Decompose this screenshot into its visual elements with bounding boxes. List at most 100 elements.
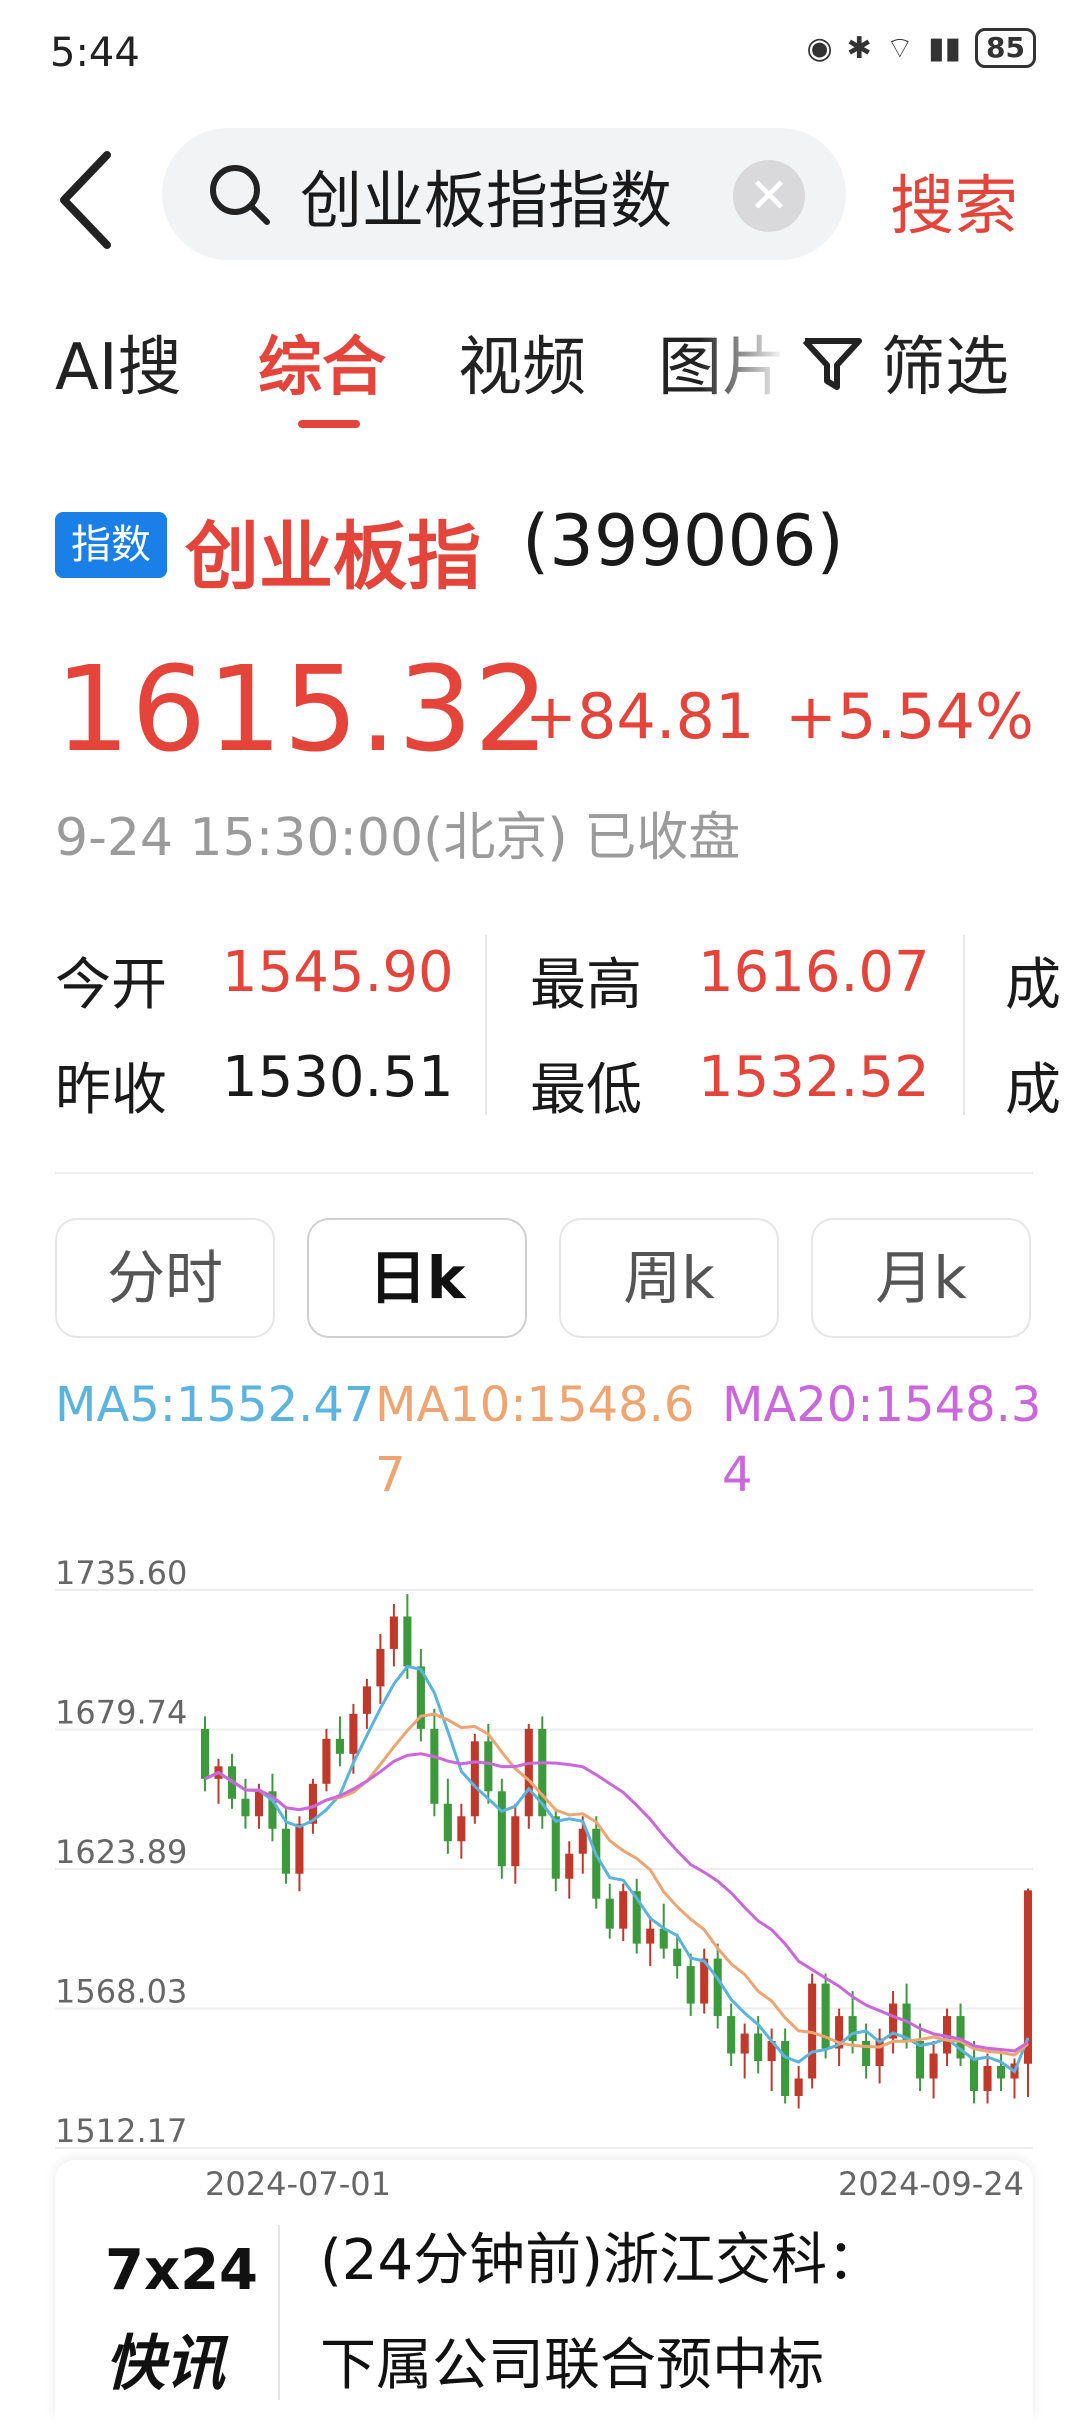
battery-icon: 85 [975,28,1036,68]
status-time: 5:44 [50,30,140,76]
candle-body [430,1728,439,1804]
candle-body [565,1853,574,1879]
section-divider [55,1172,1033,1174]
candle-body [200,1728,210,1779]
news-headline-line2[interactable]: 下属公司联合预中标 [320,2320,824,2401]
candle-body [713,1958,722,2017]
candle-body [281,1828,290,1874]
candle-body [524,1728,533,1817]
y-axis-tick-label: 1735.60 [55,1554,187,1592]
prev-close-label: 昨收 [55,1058,167,1123]
search-button[interactable]: 搜索 [890,155,1018,247]
period-tab-intraday[interactable]: 分时 [55,1218,275,1338]
candle-body [673,1948,682,1967]
search-query[interactable]: 创业板指指数 [300,150,672,240]
status-icons: ◉ ✱ ⌔ ▮▮ 85 [806,28,1036,68]
tab-comprehensive[interactable]: 综合 [258,316,386,408]
news-logo-7x24: 7x24 [105,2238,259,2303]
search-icon [210,165,270,225]
y-axis-tick-label: 1679.74 [55,1694,187,1732]
low-label: 最低 [530,1058,642,1123]
candle-body [362,1686,371,1714]
signal-icon: ▮▮ [928,30,962,66]
eye-icon: ◉ [806,30,833,66]
candle-body [605,1898,614,1929]
volume-label: 成 [1005,953,1061,1018]
tab-ai-search[interactable]: AI搜 [55,316,182,408]
candle-body [322,1738,331,1784]
amount-label: 成 [1005,1058,1061,1123]
candle-body [254,1791,264,1817]
candle-body [794,2078,803,2096]
candle-body [511,1816,520,1867]
candle-body [335,1738,344,1754]
ma20-value: MA20:1548.34 [722,1377,1042,1503]
candle-body [376,1648,385,1687]
candle-body [578,1828,587,1854]
open-value: 1545.90 [222,940,454,1005]
candle-body [727,2016,736,2054]
candle-body [241,1798,250,1817]
candle-body [295,1823,304,1874]
filter-icon [802,338,862,390]
candle-body [969,2058,979,2091]
candle-body [389,1616,398,1649]
back-icon[interactable] [52,145,122,255]
ma5-value: MA5:1552.47 [55,1377,375,1433]
tab-video[interactable]: 视频 [458,316,586,408]
candle-body [592,1828,601,1899]
high-label: 最高 [530,953,642,1018]
candle-body [781,2041,790,2096]
tab-fade [700,300,800,410]
candle-body [983,2066,992,2091]
candle-body [1023,1890,1033,2064]
filter-button[interactable]: 筛选 [795,316,1009,408]
y-axis-tick-label: 1623.89 [55,1833,187,1871]
ma10-value: MA10:1548.67 [375,1377,695,1503]
current-price: 1615.32 [55,640,550,778]
active-tab-indicator [298,420,360,428]
candle-body [659,1928,668,1949]
candle-body [686,1966,695,2004]
candle-body [740,2033,749,2054]
x-axis-label-end: 2024-09-24 [838,2165,1024,2203]
index-name[interactable]: 创业板指 [185,497,481,604]
open-label: 今开 [55,953,167,1018]
candle-body [929,2053,938,2079]
price-change: +84.81 [525,680,755,753]
clear-icon[interactable]: ✕ [733,160,805,232]
y-axis-tick-label: 1568.03 [55,1972,187,2010]
price-change-percent: +5.54% [785,680,1034,753]
candle-body [619,1891,628,1929]
candle-body [443,1803,452,1842]
x-axis-label-start: 2024-07-01 [205,2165,391,2203]
candle-body [551,1816,560,1879]
news-divider [278,2225,280,2400]
low-value: 1532.52 [698,1045,930,1110]
candle-body [754,2033,763,2062]
prev-close-value: 1530.51 [222,1045,454,1110]
filter-label: 筛选 [881,331,1009,405]
candle-body [403,1616,412,1667]
candle-body [457,1816,466,1842]
quote-time: 9-24 15:30:00(北京) 已收盘 [55,808,741,868]
candle-body [470,1741,479,1817]
candle-body [497,1791,506,1867]
candle-body [484,1741,493,1792]
wifi-icon: ⌔ [885,31,914,66]
news-logo-flash: 快讯 [105,2329,225,2399]
index-badge: 指数 [55,512,167,578]
index-code: (399006) [522,500,844,582]
candle-body [646,1928,655,1944]
candle-body [996,2066,1006,2079]
bluetooth-icon: ✱ [846,30,872,66]
candlestick-chart[interactable]: 1735.60 1679.74 1623.89 1568.03 1512.17 [0,1520,1088,2200]
period-tab-monthly[interactable]: 月k [811,1218,1031,1338]
stats-divider [963,935,965,1115]
high-value: 1616.07 [698,940,930,1005]
stats-divider [485,935,487,1115]
news-headline-line1[interactable]: (24分钟前)浙江交科： [320,2215,883,2296]
candle-body [349,1713,358,1754]
period-tab-daily[interactable]: 日k [307,1218,527,1338]
period-tab-weekly[interactable]: 周k [559,1218,779,1338]
